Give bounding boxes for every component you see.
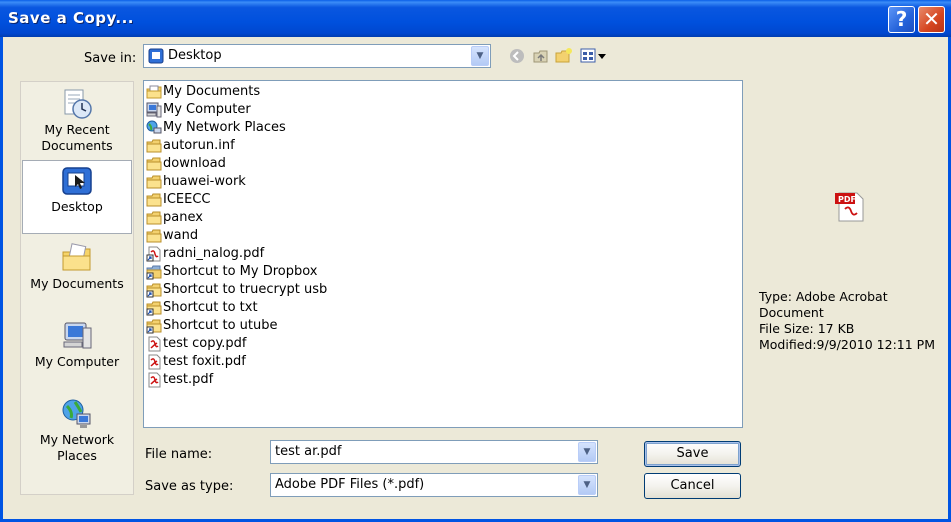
title-bar[interactable]: Save a Copy... ? ✕ xyxy=(0,0,951,37)
my-computer-icon xyxy=(146,102,162,118)
new-folder-icon[interactable] xyxy=(555,47,573,65)
save-in-dropdown[interactable]: Desktop ▼ xyxy=(143,44,491,68)
my-computer-icon xyxy=(63,322,92,349)
save-copy-dialog: Save a Copy... ? ✕ Save in: Desktop ▼ My… xyxy=(0,0,951,522)
chevron-down-icon[interactable]: ▼ xyxy=(578,475,596,495)
up-folder-icon[interactable] xyxy=(532,47,550,65)
save-in-value: Desktop xyxy=(168,48,222,63)
back-icon[interactable] xyxy=(508,47,526,65)
save-as-type-dropdown[interactable]: Adobe PDF Files (*.pdf) ▼ xyxy=(270,473,598,497)
save-in-label: Save in: xyxy=(84,51,137,66)
file-list[interactable]: My Documents My Computer My Network Plac… xyxy=(143,80,743,428)
folder-icon xyxy=(146,229,162,243)
place-my-network-places[interactable]: My Network Places xyxy=(21,394,133,468)
place-label: My Network xyxy=(39,432,115,447)
place-desktop[interactable]: Desktop xyxy=(22,160,132,234)
help-button[interactable]: ? xyxy=(888,6,915,33)
folder-icon xyxy=(146,193,162,207)
place-label: My Documents xyxy=(30,276,124,291)
folder-icon xyxy=(146,211,162,225)
views-menu-icon[interactable] xyxy=(580,47,608,65)
save-button[interactable]: Save xyxy=(644,441,741,467)
network-places-icon xyxy=(62,399,91,428)
desktop-icon xyxy=(62,167,92,195)
folder-shortcut-icon xyxy=(146,319,162,334)
file-name-input[interactable]: test ar.pdf ▼ xyxy=(270,440,598,464)
pdf-icon xyxy=(148,372,161,388)
folder-shortcut-icon xyxy=(146,301,162,316)
save-as-type-label: Save as type: xyxy=(145,479,234,494)
place-my-computer[interactable]: My Computer xyxy=(21,316,133,390)
my-documents-icon xyxy=(146,85,162,99)
cancel-button[interactable]: Cancel xyxy=(644,473,741,499)
place-label: My Recent xyxy=(44,122,110,137)
places-bar: My Recent Documents Desktop My Documents xyxy=(20,81,134,495)
network-places-icon xyxy=(146,120,162,134)
save-as-type-value: Adobe PDF Files (*.pdf) xyxy=(275,477,425,492)
folder-shortcut-icon xyxy=(146,283,162,298)
pdf-icon xyxy=(148,336,161,352)
preview-type-cont: Document xyxy=(759,305,824,320)
window-title: Save a Copy... xyxy=(8,9,134,27)
folder-icon xyxy=(146,175,162,189)
dialog-body: Save in: Desktop ▼ My Recent Documents D… xyxy=(3,37,948,519)
preview-modified: Modified:9/9/2010 12:11 PM xyxy=(759,337,935,352)
preview-type: Type: Adobe Acrobat xyxy=(759,289,888,304)
close-button[interactable]: ✕ xyxy=(918,6,945,33)
place-my-documents[interactable]: My Documents xyxy=(21,238,133,312)
folder-shortcut-icon xyxy=(146,265,162,280)
preview-size: File Size: 17 KB xyxy=(759,321,855,336)
file-name-value: test ar.pdf xyxy=(275,444,342,459)
place-label: Desktop xyxy=(51,199,103,214)
chevron-down-icon[interactable]: ▼ xyxy=(578,442,596,462)
place-label: Places xyxy=(57,448,97,463)
chevron-down-icon[interactable]: ▼ xyxy=(471,46,489,66)
file-name-label: File name: xyxy=(145,447,213,462)
my-documents-icon xyxy=(62,243,91,271)
place-my-recent-documents[interactable]: My Recent Documents xyxy=(21,84,133,158)
desktop-small-icon xyxy=(148,48,164,64)
place-label: My Computer xyxy=(34,354,120,369)
folder-icon xyxy=(146,139,162,153)
pdf-shortcut-icon xyxy=(146,246,161,262)
recent-documents-icon xyxy=(64,89,92,119)
folder-icon xyxy=(146,157,162,171)
place-label: Documents xyxy=(41,138,113,153)
pdf-badge-text: PDF xyxy=(838,195,856,204)
pdf-icon xyxy=(148,354,161,370)
adobe-pdf-preview-icon: PDF xyxy=(835,192,864,222)
